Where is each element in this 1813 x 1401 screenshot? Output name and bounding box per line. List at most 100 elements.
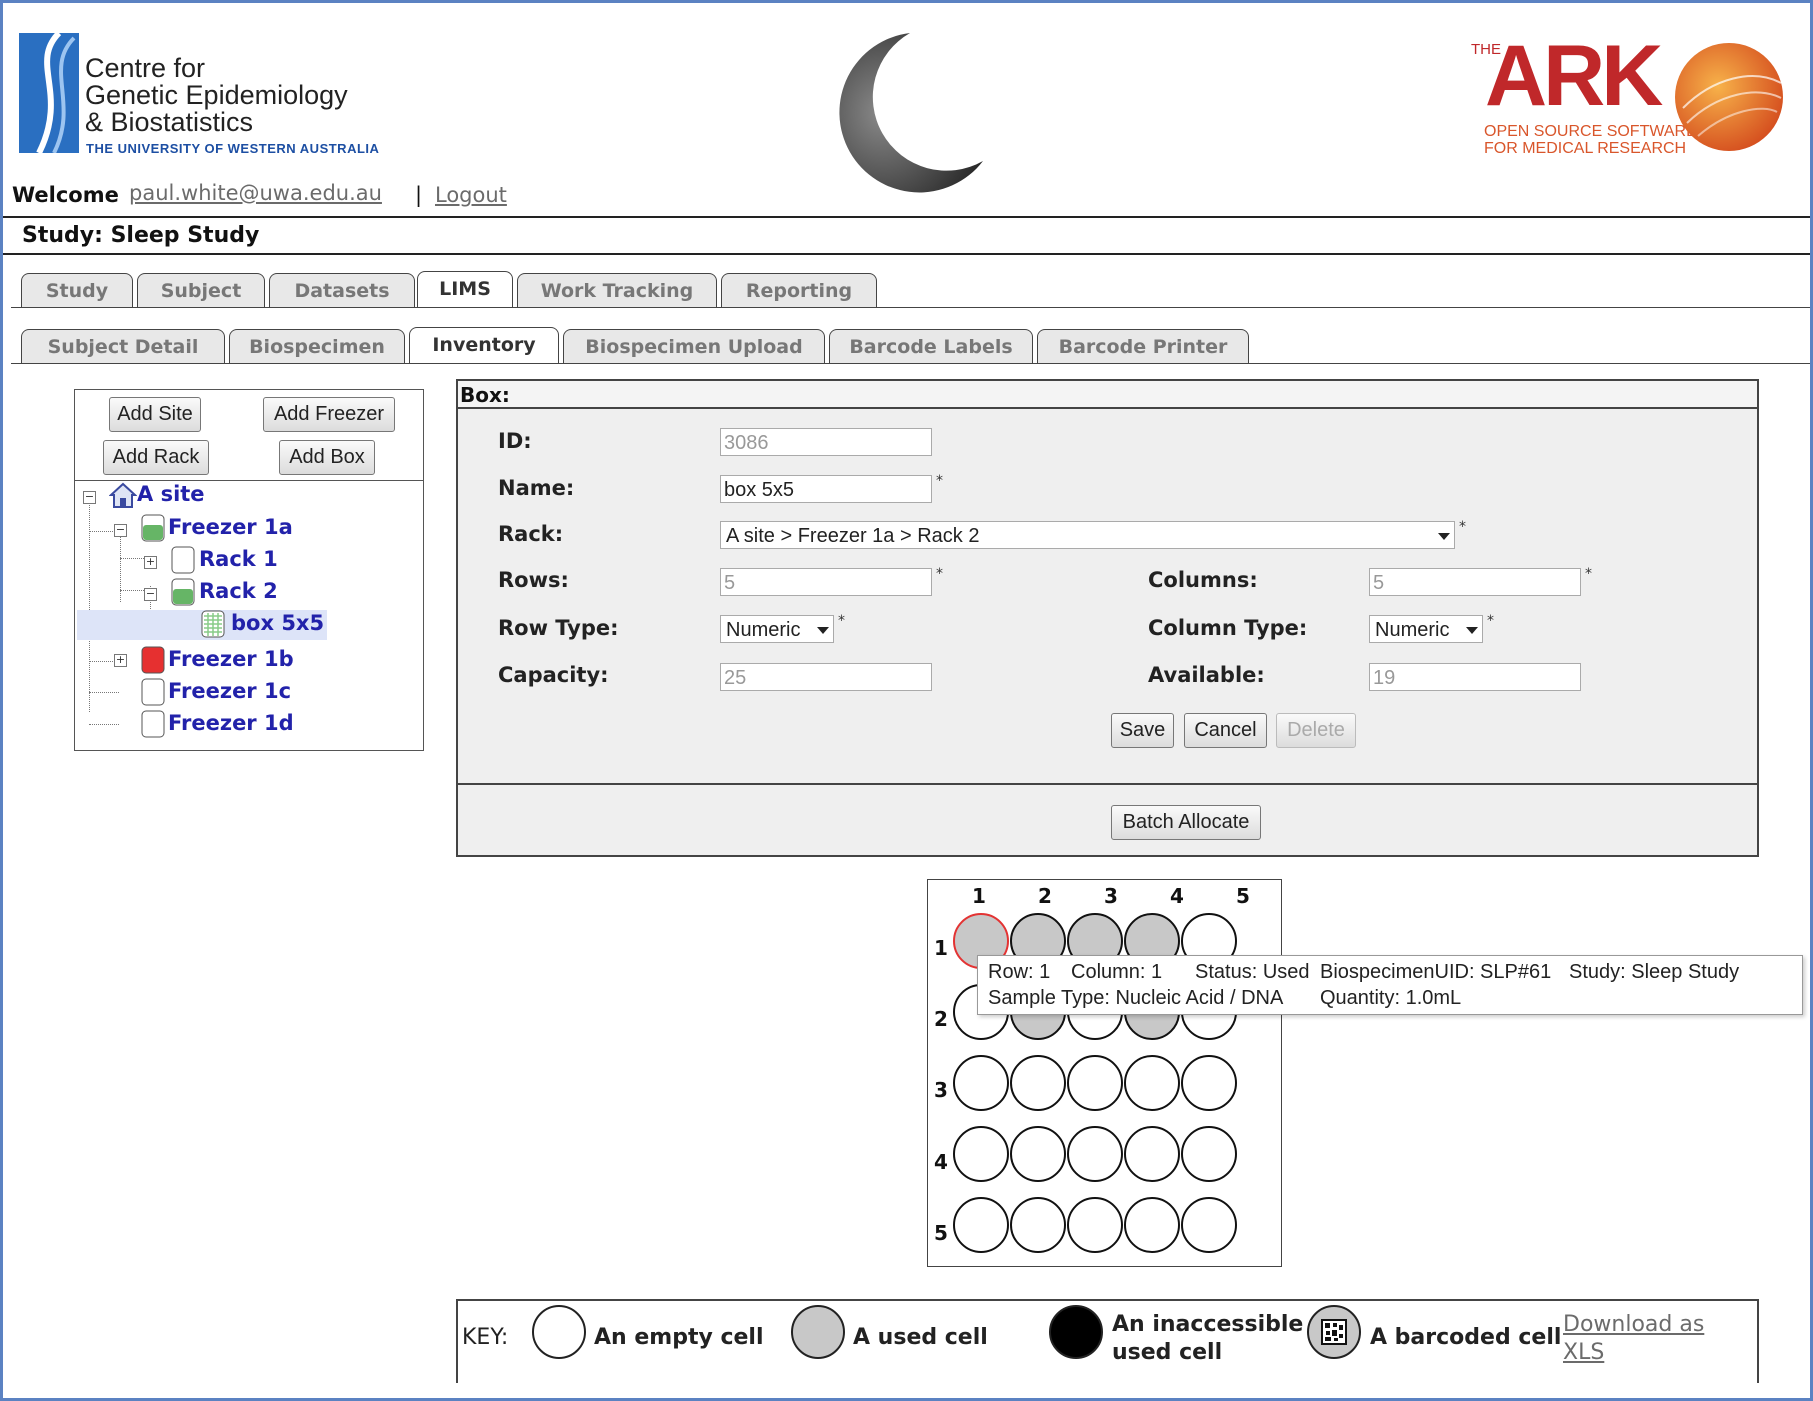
empty-cell[interactable] <box>1181 1197 1237 1253</box>
empty-cell[interactable] <box>1124 1126 1180 1182</box>
add-freezer-button[interactable]: Add Freezer <box>263 397 395 432</box>
dna-logo-icon <box>19 30 79 157</box>
tab-lims[interactable]: LIMS <box>417 271 513 307</box>
ark-logo-title: ARK <box>1485 28 1663 124</box>
tree-connector <box>89 502 90 712</box>
delete-button[interactable]: Delete <box>1276 713 1356 748</box>
expand-toggle-icon[interactable]: + <box>114 654 127 667</box>
tree-connector <box>120 530 121 602</box>
empty-cell[interactable] <box>1124 1197 1180 1253</box>
subtab-barcode-printer[interactable]: Barcode Printer <box>1037 329 1249 363</box>
subtab-inventory[interactable]: Inventory <box>409 327 559 363</box>
id-field[interactable]: 3086 <box>720 428 932 456</box>
collapse-toggle-icon[interactable]: − <box>114 524 127 537</box>
empty-cell[interactable] <box>953 1126 1009 1182</box>
tab-datasets[interactable]: Datasets <box>269 273 415 307</box>
empty-cell[interactable] <box>953 1197 1009 1253</box>
row-header: 3 <box>934 1078 948 1102</box>
empty-cell[interactable] <box>1010 1055 1066 1111</box>
empty-cell[interactable] <box>1010 1197 1066 1253</box>
tree-node-rack-2[interactable]: Rack 2 <box>199 579 278 603</box>
capacity-field[interactable]: 25 <box>720 663 932 691</box>
cell-tooltip: Row: 1 Column: 1 Status: Used Biospecime… <box>977 955 1803 1015</box>
tree-node-freezer-1d[interactable]: Freezer 1d <box>168 711 294 735</box>
required-marker: * <box>936 473 943 489</box>
available-field[interactable]: 19 <box>1369 663 1581 691</box>
subtab-biospecimen[interactable]: Biospecimen <box>229 329 405 363</box>
empty-cell[interactable] <box>1124 1055 1180 1111</box>
row-header: 1 <box>934 936 948 960</box>
ark-tagline-1: OPEN SOURCE SOFTWARE <box>1484 123 1697 140</box>
batch-allocate-button[interactable]: Batch Allocate <box>1111 805 1261 840</box>
study-title: Study: Sleep Study <box>22 223 260 248</box>
download-xls-link[interactable]: Download as XLS <box>1563 1311 1704 1367</box>
subtab-barcode-labels[interactable]: Barcode Labels <box>829 329 1033 363</box>
columns-field[interactable]: 5 <box>1369 568 1581 596</box>
empty-cell[interactable] <box>1067 1126 1123 1182</box>
empty-cell[interactable] <box>1067 1197 1123 1253</box>
add-box-button[interactable]: Add Box <box>279 440 375 475</box>
user-email-link[interactable]: paul.white@uwa.edu.au <box>129 181 382 205</box>
box-form-title: Box: <box>458 381 1757 409</box>
university-name: THE UNIVERSITY OF WESTERN AUSTRALIA <box>86 141 380 156</box>
box-form-panel: Box: ID: 3086 Name: box 5x5 * Rack: A si… <box>456 379 1759 857</box>
tab-study[interactable]: Study <box>21 273 133 307</box>
empty-cell[interactable] <box>1181 1126 1237 1182</box>
add-rack-button[interactable]: Add Rack <box>103 440 209 475</box>
freezer-icon <box>141 678 165 706</box>
add-site-button[interactable]: Add Site <box>109 397 201 432</box>
collapse-toggle-icon[interactable]: − <box>144 588 157 601</box>
tooltip-biospecimen-uid: BiospecimenUID: SLP#61 <box>1320 961 1552 983</box>
tree-node-freezer-1a[interactable]: Freezer 1a <box>168 515 293 539</box>
capacity-label: Capacity: <box>498 663 609 687</box>
org-name: Centre for Genetic Epidemiology & Biosta… <box>85 55 348 136</box>
collapse-toggle-icon[interactable]: − <box>83 491 96 504</box>
freezer-icon <box>141 514 165 542</box>
row-type-value: Numeric <box>726 619 801 641</box>
tree-node-box-5x5[interactable]: box 5x5 <box>231 611 324 635</box>
required-marker: * <box>1459 519 1466 535</box>
chevron-down-icon <box>817 627 829 634</box>
form-divider <box>458 783 1757 785</box>
tab-work-tracking[interactable]: Work Tracking <box>517 273 717 307</box>
row-type-select[interactable]: Numeric <box>720 615 834 643</box>
empty-cell[interactable] <box>1010 1126 1066 1182</box>
rack-select[interactable]: A site > Freezer 1a > Rack 2 <box>720 521 1455 549</box>
empty-cell[interactable] <box>1181 1055 1237 1111</box>
tree-node-rack-1[interactable]: Rack 1 <box>199 547 278 571</box>
save-button[interactable]: Save <box>1111 713 1174 748</box>
logout-link[interactable]: Logout <box>435 183 507 207</box>
empty-cell[interactable] <box>953 1055 1009 1111</box>
tree-connector <box>89 724 119 725</box>
name-field[interactable]: box 5x5 <box>720 475 932 503</box>
key-barcoded-label: A barcoded cell <box>1370 1325 1562 1350</box>
column-header: 2 <box>1038 884 1052 908</box>
box-icon <box>201 610 225 638</box>
barcoded-cell-icon <box>1307 1305 1361 1359</box>
key-inaccessible-line-2: used cell <box>1112 1340 1223 1365</box>
globe-icon <box>1673 38 1785 160</box>
key-empty-label: An empty cell <box>594 1325 764 1350</box>
tree-node-freezer-1b[interactable]: Freezer 1b <box>168 647 294 671</box>
ark-tagline: OPEN SOURCE SOFTWARE FOR MEDICAL RESEARC… <box>1484 123 1697 157</box>
download-line-2: XLS <box>1563 1340 1605 1365</box>
subtab-subject-detail[interactable]: Subject Detail <box>21 329 225 363</box>
tree-node-freezer-1c[interactable]: Freezer 1c <box>168 679 291 703</box>
expand-toggle-icon[interactable]: + <box>144 556 157 569</box>
cancel-button[interactable]: Cancel <box>1184 713 1267 748</box>
tree-node-a-site[interactable]: A site <box>137 482 205 506</box>
available-label: Available: <box>1148 663 1265 687</box>
column-type-select[interactable]: Numeric <box>1369 615 1483 643</box>
subtab-biospecimen-upload[interactable]: Biospecimen Upload <box>563 329 825 363</box>
welcome-label: Welcome <box>12 183 119 207</box>
column-header: 5 <box>1236 884 1250 908</box>
key-title: KEY: <box>462 1325 509 1350</box>
tab-reporting[interactable]: Reporting <box>721 273 877 307</box>
header-divider <box>3 216 1810 218</box>
column-header: 1 <box>972 884 986 908</box>
required-marker: * <box>936 566 943 582</box>
empty-cell[interactable] <box>1067 1055 1123 1111</box>
rows-field[interactable]: 5 <box>720 568 932 596</box>
tab-subject[interactable]: Subject <box>137 273 265 307</box>
chevron-down-icon <box>1438 533 1450 540</box>
